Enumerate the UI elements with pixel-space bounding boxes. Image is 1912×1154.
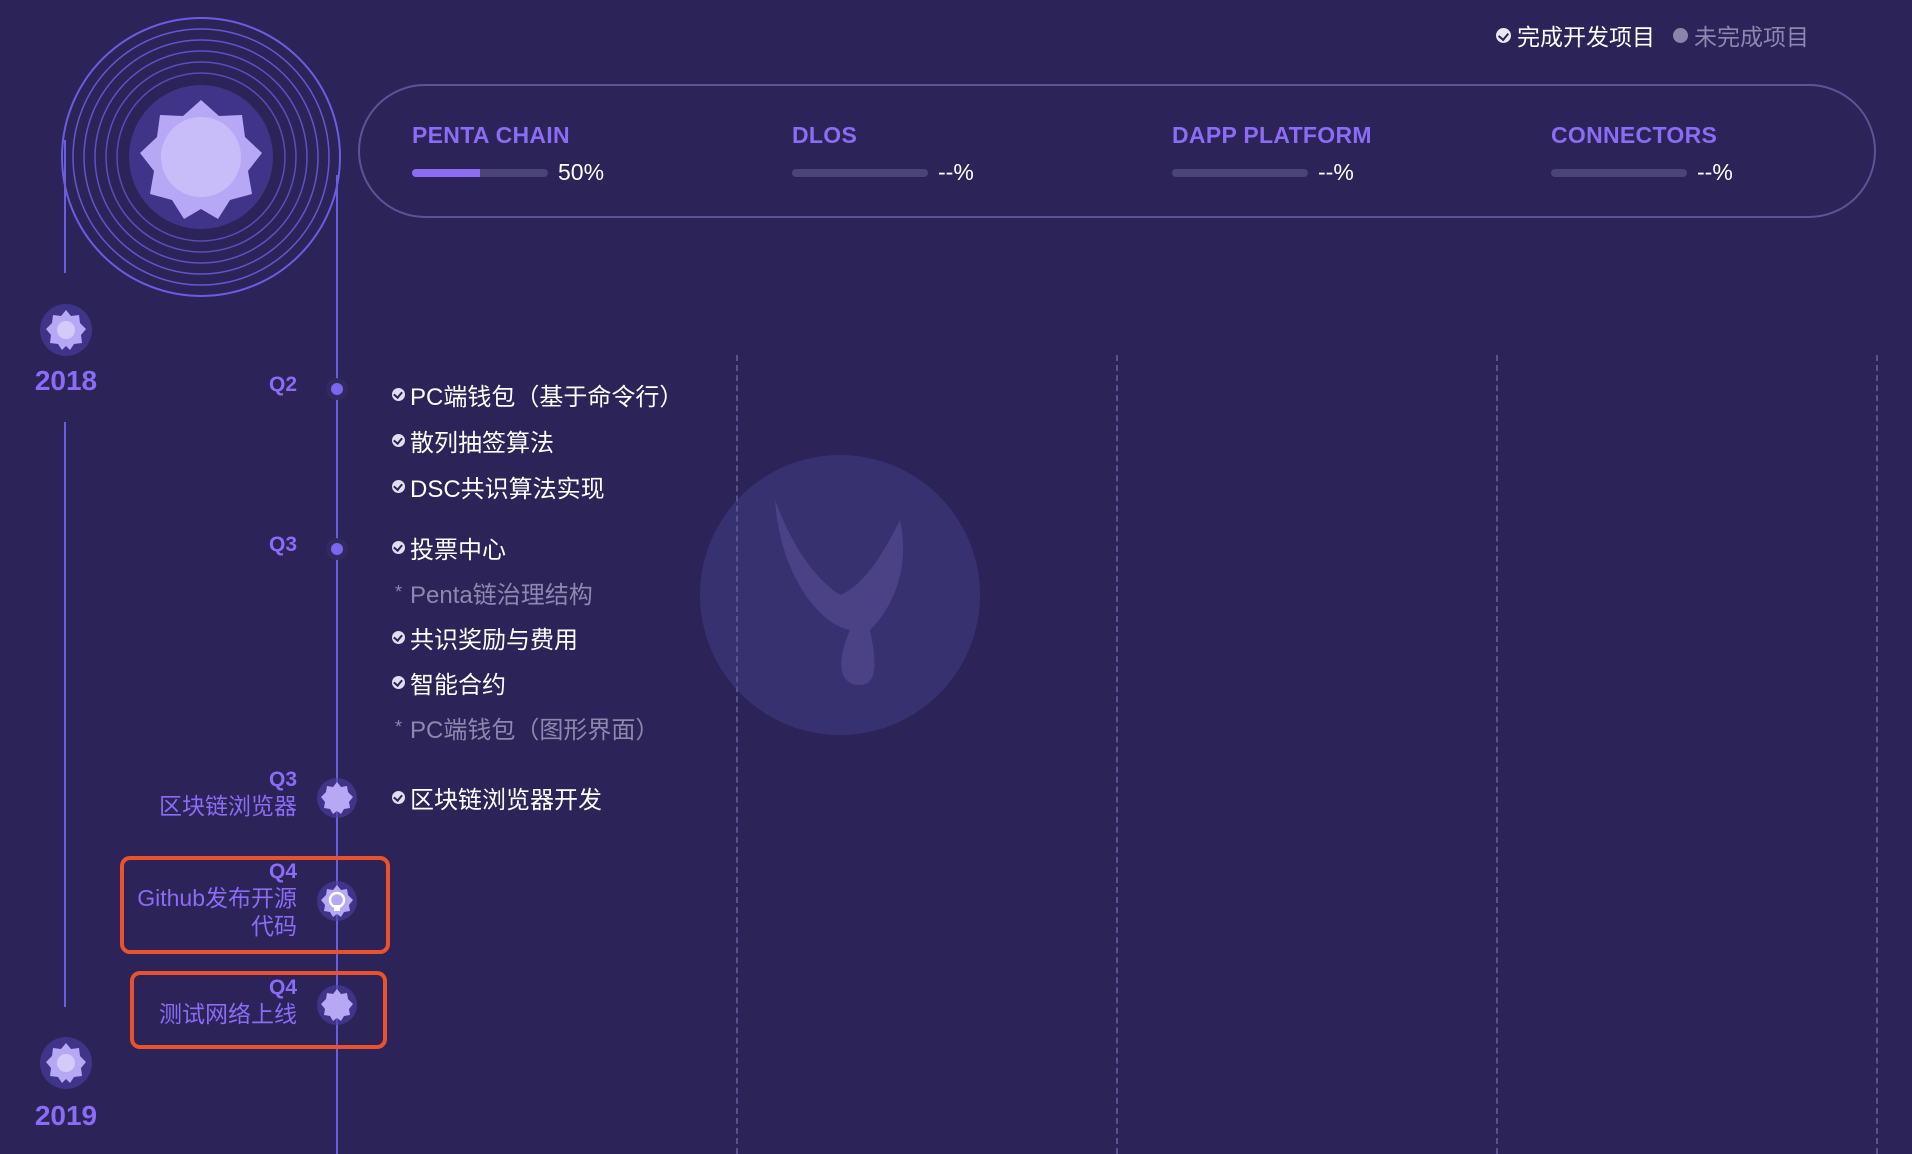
year-label-2019: 2019: [34, 1100, 98, 1131]
progress-title: CONNECTORS: [1551, 122, 1718, 148]
progress-title: DAPP PLATFORM: [1172, 122, 1372, 148]
quarter-label: Q4: [268, 976, 297, 999]
progress-dlos: DLOS --%: [792, 122, 974, 186]
progress-connectors: CONNECTORS --%: [1551, 122, 1733, 186]
item-text: DSC共识算法实现: [410, 475, 605, 503]
check-circle-icon: [392, 676, 405, 689]
list-item: PC端钱包（基于命令行）: [392, 371, 683, 417]
list-item: * Penta链治理结构: [392, 570, 659, 615]
milestone-testnet: Q4 测试网络上线: [107, 976, 297, 1028]
legend-incomplete-label: 未完成项目: [1694, 24, 1809, 50]
list-item: 投票中心: [392, 525, 659, 570]
milestone-explorer: Q3 区块链浏览器: [107, 768, 297, 820]
list-item: 共识奖励与费用: [392, 615, 659, 660]
q2-item-list: PC端钱包（基于命令行） 散列抽签算法 DSC共识算法实现: [392, 371, 683, 509]
year-line-segment: [64, 422, 66, 1007]
progress-penta-chain: PENTA CHAIN 50%: [412, 122, 604, 186]
legend-completed: 完成开发项目: [1496, 18, 1655, 52]
quarter-label: Q4: [268, 860, 297, 883]
watermark-leaf-icon: [775, 500, 904, 685]
watermark-logo: [700, 455, 980, 735]
timeline-dot: [331, 543, 343, 555]
column-divider: [736, 355, 738, 1154]
explorer-item-list: 区块链浏览器开发: [392, 780, 602, 815]
item-text: 散列抽签算法: [410, 429, 554, 457]
column-divider: [1876, 355, 1878, 1154]
grey-dot-icon: [1673, 27, 1688, 43]
github-badge-icon: [317, 881, 357, 921]
milestone-note: Github发布开源: [137, 885, 297, 911]
check-circle-icon: [392, 387, 405, 401]
list-item: 散列抽签算法: [392, 417, 683, 463]
progress-bar-fill: [412, 168, 480, 177]
check-circle-icon: [392, 631, 405, 644]
milestone-note: 区块链浏览器: [159, 793, 297, 819]
check-circle-icon: [392, 541, 405, 554]
milestone-badge-icon: [317, 985, 357, 1025]
progress-value: --%: [1318, 159, 1354, 185]
check-circle-icon: [392, 433, 405, 447]
item-text: 投票中心: [410, 537, 506, 564]
column-divider: [1116, 355, 1118, 1154]
legend-completed-label: 完成开发项目: [1517, 24, 1655, 50]
year-badge-icon: [40, 1037, 92, 1089]
quarter-label: Q3: [268, 533, 297, 556]
milestone-note: 代码: [251, 913, 297, 939]
asterisk-icon: *: [394, 582, 402, 602]
milestone-note: 测试网络上线: [159, 1001, 297, 1027]
progress-bar: [792, 168, 928, 177]
milestone-github: Q4 Github发布开源 代码: [107, 860, 297, 940]
column-divider: [1496, 355, 1498, 1154]
year-label-2018: 2018: [34, 365, 98, 396]
hero-badge-icon: [61, 17, 341, 297]
quarter-label: Q2: [268, 373, 297, 396]
item-text: 智能合约: [410, 672, 506, 699]
progress-dapp-platform: DAPP PLATFORM --%: [1172, 122, 1372, 186]
list-item: * PC端钱包（图形界面）: [392, 705, 659, 750]
check-circle-icon: [392, 791, 405, 804]
progress-bar: [1172, 168, 1308, 177]
progress-value: 50%: [558, 159, 605, 185]
progress-value: --%: [938, 159, 974, 185]
progress-bar: [412, 168, 548, 177]
item-text: 区块链浏览器开发: [410, 787, 602, 814]
item-text: 共识奖励与费用: [410, 627, 578, 654]
progress-title: DLOS: [792, 122, 858, 148]
list-item: DSC共识算法实现: [392, 463, 683, 509]
progress-panel: PENTA CHAIN 50% DLOS --% DAPP PLATFORM -…: [358, 84, 1876, 218]
progress-bar: [1551, 168, 1687, 177]
progress-title: PENTA CHAIN: [412, 122, 570, 148]
list-item: 区块链浏览器开发: [392, 780, 602, 815]
check-circle-icon: [1496, 27, 1511, 43]
asterisk-icon: *: [394, 717, 402, 737]
item-text: PC端钱包（基于命令行）: [410, 383, 684, 411]
quarter-label: Q3: [268, 768, 297, 791]
year-badge-icon: [40, 304, 92, 356]
q3-item-list: 投票中心 * Penta链治理结构 共识奖励与费用 智能合约 * PC端钱包（图形界…: [392, 525, 659, 750]
progress-value: --%: [1697, 159, 1733, 185]
legend: 完成开发项目 未完成项目: [1496, 18, 1809, 52]
item-text: PC端钱包（图形界面）: [410, 717, 660, 744]
list-item: 智能合约: [392, 660, 659, 705]
item-text: Penta链治理结构: [410, 582, 593, 609]
timeline-dot: [331, 383, 343, 395]
milestone-badge-icon: [317, 778, 357, 818]
check-circle-icon: [392, 479, 405, 493]
legend-incomplete: 未完成项目: [1673, 18, 1809, 52]
